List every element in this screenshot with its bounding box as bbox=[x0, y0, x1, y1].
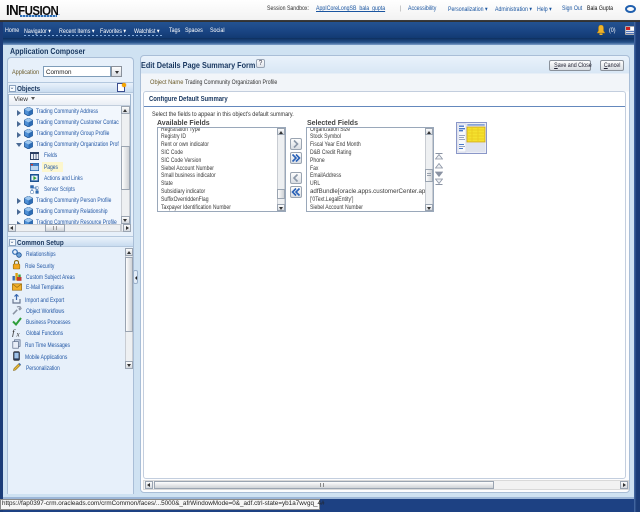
svg-text:x: x bbox=[16, 331, 21, 338]
svg-text:f: f bbox=[12, 328, 16, 337]
